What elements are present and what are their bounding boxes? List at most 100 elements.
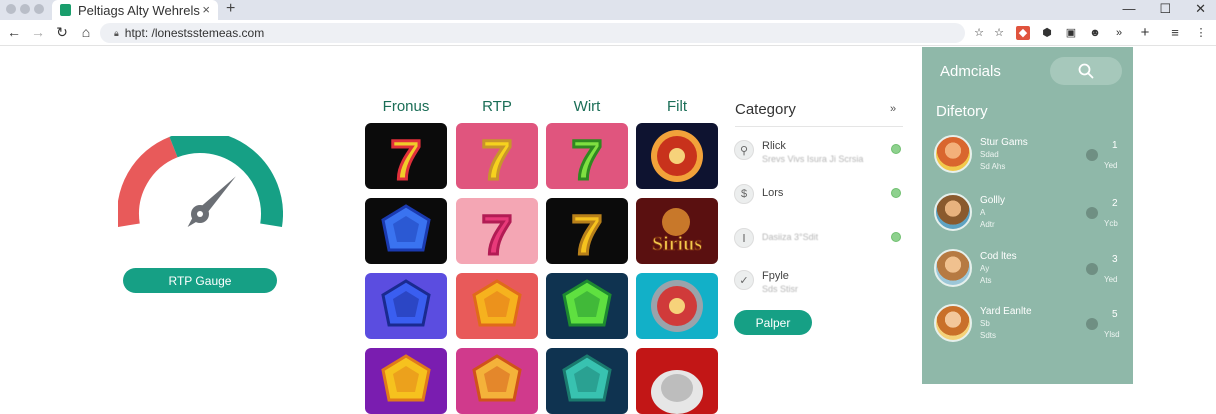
game-tile-silver-dome[interactable] (636, 348, 718, 414)
item-number: 3 (1112, 254, 1118, 265)
status-dot (891, 188, 901, 198)
toggle-dot[interactable] (1086, 207, 1098, 219)
star-icon[interactable]: ☆ (972, 26, 986, 40)
game-tile-orange-gem-purple[interactable] (365, 348, 447, 414)
close-dot[interactable] (6, 4, 16, 14)
item-line2: Sd Ahs (980, 162, 1006, 171)
category-label: Fpyle (762, 270, 789, 282)
game-tile-blue-gem-purple[interactable] (365, 273, 447, 339)
window-controls: — ☐ ✕ (1122, 1, 1206, 17)
column-header[interactable]: Fronus (365, 98, 447, 115)
game-tile-seven-neon-black[interactable]: 7 (365, 123, 447, 189)
game-tile-seven-pink[interactable]: 7 (456, 123, 538, 189)
new-tab-button[interactable]: + (226, 0, 235, 18)
item-line1: A (980, 208, 986, 217)
home-icon[interactable]: ⌂ (78, 24, 94, 40)
maximize-dot[interactable] (34, 4, 44, 14)
game-tile-dragon-emblem[interactable] (636, 123, 718, 189)
item-number: 1 (1112, 140, 1118, 151)
category-title: Category (735, 101, 796, 118)
item-name: Yard Eanlte (980, 306, 1032, 317)
forward-icon[interactable]: → (30, 24, 46, 40)
minimize-dot[interactable] (20, 4, 30, 14)
orange-gem-purple-icon (381, 354, 431, 402)
panel-subtitle: Difetory (936, 103, 988, 120)
svg-text:7: 7 (390, 128, 421, 189)
item-meta: Yed (1104, 275, 1118, 284)
item-name: Stur Gams (980, 137, 1028, 148)
column-header[interactable]: Wirt (546, 98, 628, 115)
item-line2: Adtr (980, 220, 995, 229)
category-label: Lors (762, 187, 784, 199)
rtp-gauge (118, 136, 283, 228)
svg-text:7: 7 (571, 203, 602, 264)
category-more-icon[interactable]: » (890, 103, 896, 115)
extension-red-icon[interactable]: ◆ (1016, 26, 1030, 40)
address-bar[interactable]: 🔒︎ htpt: /lonestsstemeas.com (100, 23, 965, 43)
column-header[interactable]: Filt (636, 98, 718, 115)
category-icon: Ⅰ (734, 228, 754, 248)
sirius-logo-icon: Sirius (651, 208, 703, 256)
reload-icon[interactable]: ↻ (54, 24, 70, 41)
seven-black-gold-icon: 7 (570, 202, 604, 265)
toggle-dot[interactable] (1086, 149, 1098, 161)
game-tile-red-target-emblem[interactable] (636, 273, 718, 339)
tab-title: Peltiags Alty Wehrels (78, 2, 200, 18)
category-item[interactable]: $ Lors (734, 184, 904, 224)
game-tile-seven-black-gold[interactable]: 7 (546, 198, 628, 264)
category-action-button[interactable]: Palper (734, 310, 812, 335)
back-icon[interactable]: ← (6, 24, 22, 40)
game-tile-sirius-logo[interactable]: Sirius (636, 198, 718, 264)
browser-tab-strip: Peltiags Alty Wehrels × + — ☐ ✕ (0, 0, 1216, 20)
star-pink-icon (472, 354, 522, 402)
category-item[interactable]: Ⅰ Dasiiza 3°Sdit (734, 228, 904, 268)
game-tile-teal-gem[interactable] (546, 348, 628, 414)
toggle-dot[interactable] (1086, 318, 1098, 330)
close-window-button[interactable]: ✕ (1195, 1, 1206, 17)
tab-close-icon[interactable]: × (202, 2, 210, 17)
svg-text:Sirius: Sirius (652, 233, 702, 255)
svg-text:7: 7 (481, 128, 512, 189)
item-meta: Ycb (1104, 219, 1118, 228)
column-header[interactable]: RTP (456, 98, 538, 115)
search-button[interactable] (1050, 57, 1122, 85)
extension-face-icon[interactable]: ☻ (1088, 26, 1102, 40)
category-icon: ⚲ (734, 140, 754, 160)
more-vert-icon[interactable]: ⋮ (1194, 26, 1208, 40)
panel-title: Admcials (940, 63, 1001, 80)
menu-icon[interactable]: ≡ (1168, 26, 1182, 40)
directory-item[interactable]: Stur Gams Sdad Sd Ahs 1 Yed (934, 135, 1124, 179)
game-tile-seven-light-pink[interactable]: 7 (456, 198, 538, 264)
add-icon[interactable]: + (1138, 25, 1152, 40)
blue-gem-purple-icon (381, 279, 431, 327)
directory-item[interactable]: Gollly A Adtr 2 Ycb (934, 193, 1124, 237)
game-tile-seven-green[interactable]: 7 (546, 123, 628, 189)
gauge-low-arc (118, 136, 178, 227)
game-tile-star-pink[interactable] (456, 348, 538, 414)
extension-arrows-icon[interactable]: » (1112, 26, 1126, 40)
minimize-button[interactable]: — (1122, 1, 1135, 17)
seven-neon-black-icon: 7 (389, 127, 423, 190)
rtp-gauge-button[interactable]: RTP Gauge (123, 268, 277, 293)
status-dot (891, 232, 901, 242)
teal-gem-icon (562, 354, 612, 402)
directory-item[interactable]: Cod ltes Ay Ats 3 Yed (934, 249, 1124, 293)
category-item[interactable]: ✓ Fpyle Sds Stisr (734, 270, 904, 310)
toggle-dot[interactable] (1086, 263, 1098, 275)
category-sub: Dasiiza 3°Sdit (762, 232, 819, 242)
directory-item[interactable]: Yard Eanlte Sb Sdts 5 Ylsd (934, 304, 1124, 348)
game-tile-green-emerald[interactable] (546, 273, 628, 339)
window-dots (6, 4, 44, 14)
extension-lock-icon[interactable]: ▣ (1064, 26, 1078, 40)
game-tile-blue-gem-dark[interactable] (365, 198, 447, 264)
bookmark-star-icon[interactable]: ☆ (992, 26, 1006, 40)
divider (735, 126, 903, 127)
game-tile-orange-gem[interactable] (456, 273, 538, 339)
browser-tab[interactable]: Peltiags Alty Wehrels × (52, 0, 218, 20)
extension-shield-icon[interactable]: ⬢ (1040, 26, 1054, 40)
category-item[interactable]: ⚲ Rlick Srevs Vivs Isura Ji Scrsia (734, 140, 904, 180)
category-sub: Srevs Vivs Isura Ji Scrsia (762, 154, 864, 164)
avatar (934, 193, 972, 231)
item-meta: Ylsd (1104, 330, 1120, 339)
maximize-button[interactable]: ☐ (1159, 1, 1171, 17)
